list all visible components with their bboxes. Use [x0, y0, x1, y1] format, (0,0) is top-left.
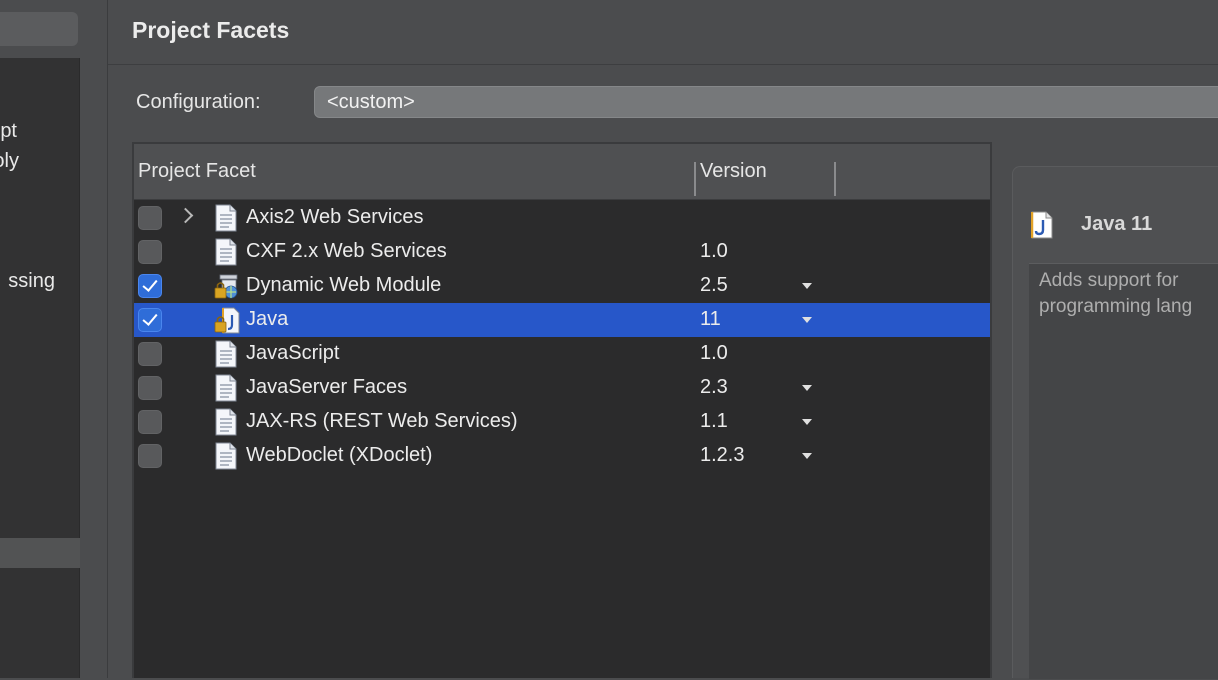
filter-input[interactable]: [0, 12, 78, 46]
properties-page: Project Facets Configuration: <custom> P…: [108, 0, 1218, 679]
description-line: Adds support for: [1039, 270, 1179, 291]
facet-checkbox[interactable]: [138, 240, 162, 264]
details-clip: Adds support for programming lang: [1029, 264, 1218, 680]
column-divider[interactable]: [834, 162, 836, 196]
table-header: Project Facet Version: [134, 144, 990, 200]
nav-item-2[interactable]: oly: [0, 150, 19, 173]
version-dropdown-arrow-icon[interactable]: [802, 419, 812, 425]
facet-rows: Axis2 Web Services CXF 2.x Web Services 1…: [134, 201, 990, 473]
document-icon: [215, 204, 237, 232]
document-icon: [215, 442, 237, 470]
page-header: Project Facets: [108, 0, 1218, 65]
document-icon: [215, 408, 237, 436]
facet-row[interactable]: Java 11: [134, 303, 990, 337]
nav-item-3[interactable]: ssing: [8, 270, 55, 293]
facet-table: Project Facet Version Axis2 Web Services…: [132, 142, 992, 678]
facet-row[interactable]: JavaScript 1.0: [134, 337, 990, 371]
facet-row[interactable]: Axis2 Web Services: [134, 201, 990, 235]
facet-name: Dynamic Web Module: [246, 274, 442, 296]
facet-version: 1.0: [700, 342, 728, 364]
facet-name: JAX-RS (REST Web Services): [246, 410, 518, 432]
page-title: Project Facets: [132, 17, 290, 43]
facet-row[interactable]: CXF 2.x Web Services 1.0: [134, 235, 990, 269]
configuration-label: Configuration:: [136, 91, 261, 113]
facet-checkbox[interactable]: [138, 376, 162, 400]
description-line: programming lang: [1039, 296, 1193, 317]
details-description-box: Adds support for programming lang: [1029, 263, 1218, 679]
document-icon: [215, 340, 237, 368]
facet-checkbox[interactable]: [138, 342, 162, 366]
nav-item-label: oly: [0, 150, 19, 172]
nav-item-label: ssing: [8, 270, 55, 292]
configuration-select[interactable]: <custom>: [314, 86, 1218, 118]
column-header-version[interactable]: Version: [700, 160, 767, 183]
checkmark-icon: [142, 310, 158, 326]
version-dropdown-arrow-icon[interactable]: [802, 283, 812, 289]
facet-version: 1.0: [700, 240, 728, 262]
nav-item-label: pt: [0, 120, 17, 142]
facet-name: Axis2 Web Services: [246, 206, 424, 228]
nav-item-selected[interactable]: [0, 538, 80, 568]
facet-name: CXF 2.x Web Services: [246, 240, 447, 262]
facet-checkbox[interactable]: [138, 274, 162, 298]
column-divider[interactable]: [694, 162, 696, 196]
version-dropdown-arrow-icon[interactable]: [802, 317, 812, 323]
configuration-value: <custom>: [327, 91, 415, 113]
facet-name: WebDoclet (XDoclet): [246, 444, 433, 466]
facet-version[interactable]: 11: [700, 308, 721, 331]
web-module-lock-icon: [214, 274, 238, 299]
facet-version[interactable]: 1.1: [700, 410, 728, 433]
facet-details-panel: Java 11 Adds support for programming lan…: [1012, 166, 1218, 679]
details-header: Java 11: [1013, 167, 1218, 261]
nav-item-1[interactable]: pt: [0, 120, 17, 143]
facet-version[interactable]: 2.3: [700, 376, 728, 399]
chevron-right-icon[interactable]: [177, 207, 194, 224]
java-lock-icon: [214, 307, 240, 334]
facet-version[interactable]: 1.2.3: [700, 444, 744, 467]
version-dropdown-arrow-icon[interactable]: [802, 453, 812, 459]
column-header-facet[interactable]: Project Facet: [138, 160, 256, 183]
document-icon: [215, 238, 237, 266]
sash-divider[interactable]: [80, 0, 108, 678]
facet-checkbox[interactable]: [138, 206, 162, 230]
details-title: Java 11: [1081, 213, 1153, 235]
document-icon: [215, 374, 237, 402]
facet-name: JavaServer Faces: [246, 376, 408, 398]
facet-version[interactable]: 2.5: [700, 274, 728, 297]
checkmark-icon: [142, 276, 158, 292]
facet-checkbox[interactable]: [138, 410, 162, 434]
facet-row[interactable]: JavaServer Faces 2.3: [134, 371, 990, 405]
facet-row[interactable]: WebDoclet (XDoclet) 1.2.3: [134, 439, 990, 473]
facet-row[interactable]: Dynamic Web Module 2.5: [134, 269, 990, 303]
facet-row[interactable]: JAX-RS (REST Web Services) 1.1: [134, 405, 990, 439]
facet-checkbox[interactable]: [138, 444, 162, 468]
version-dropdown-arrow-icon[interactable]: [802, 385, 812, 391]
java-file-icon: [1031, 211, 1053, 239]
facet-name: Java: [246, 308, 289, 330]
facet-name: JavaScript: [246, 342, 340, 364]
details-description: Adds support for programming lang: [1039, 268, 1218, 320]
left-nav-panel: pt oly ssing: [0, 0, 80, 678]
facet-checkbox[interactable]: [138, 308, 162, 332]
